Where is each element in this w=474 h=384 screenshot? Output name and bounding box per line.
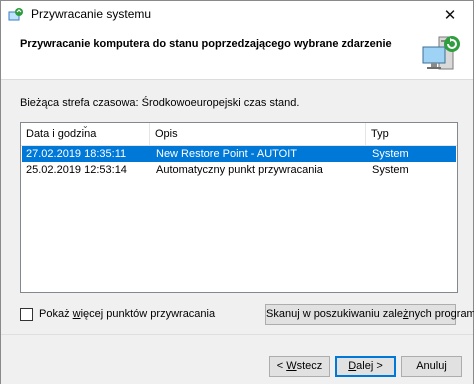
row-type: System — [372, 148, 409, 160]
sort-indicator-icon: ⌄ — [82, 121, 89, 130]
column-header-date[interactable]: ⌄ Data i godzina — [21, 121, 150, 145]
system-restore-icon — [8, 7, 24, 23]
next-button[interactable]: Dalej > — [335, 356, 396, 377]
wizard-body: Bieżąca strefa czasowa: Środkowoeuropejs… — [1, 80, 474, 334]
list-header: ⌄ Data i godzina Opis Typ — [21, 121, 457, 146]
restore-computer-icon — [419, 31, 465, 77]
show-more-label[interactable]: Pokaż więcej punktów przywracania — [39, 308, 215, 320]
system-restore-window: Przywracanie systemu ✕ Przywracanie komp… — [0, 0, 474, 384]
show-more-checkbox[interactable] — [20, 308, 33, 321]
title-bar: Przywracanie systemu ✕ — [1, 1, 473, 29]
table-row[interactable]: 27.02.2019 18:35:11 New Restore Point - … — [22, 146, 456, 162]
window-title: Przywracanie systemu — [31, 7, 152, 21]
row-type: System — [372, 164, 409, 176]
back-button[interactable]: < Wstecz — [269, 356, 330, 377]
row-description: Automatyczny punkt przywracania — [156, 164, 323, 176]
restore-points-list[interactable]: ⌄ Data i godzina Opis Typ 27.02.2019 18:… — [20, 122, 458, 293]
wizard-header: Przywracanie komputera do stanu poprzedz… — [1, 29, 473, 79]
row-date: 25.02.2019 12:53:14 — [26, 164, 127, 176]
wizard-footer: < Wstecz Dalej > Anuluj — [1, 334, 473, 384]
column-header-description[interactable]: Opis — [150, 123, 366, 145]
cancel-button[interactable]: Anuluj — [401, 356, 462, 377]
column-header-type[interactable]: Typ — [366, 123, 457, 145]
close-icon: ✕ — [443, 7, 457, 24]
scan-affected-programs-button[interactable]: Skanuj w poszukiwaniu zależnych programó… — [265, 304, 474, 325]
timezone-label: Bieżąca strefa czasowa: Środkowoeuropejs… — [20, 97, 300, 109]
row-date: 27.02.2019 18:35:11 — [26, 148, 127, 160]
row-description: New Restore Point - AUTOIT — [156, 148, 298, 160]
table-row[interactable]: 25.02.2019 12:53:14 Automatyczny punkt p… — [22, 162, 456, 178]
close-button[interactable]: ✕ — [427, 1, 473, 29]
header-title: Przywracanie komputera do stanu poprzedz… — [20, 38, 392, 50]
